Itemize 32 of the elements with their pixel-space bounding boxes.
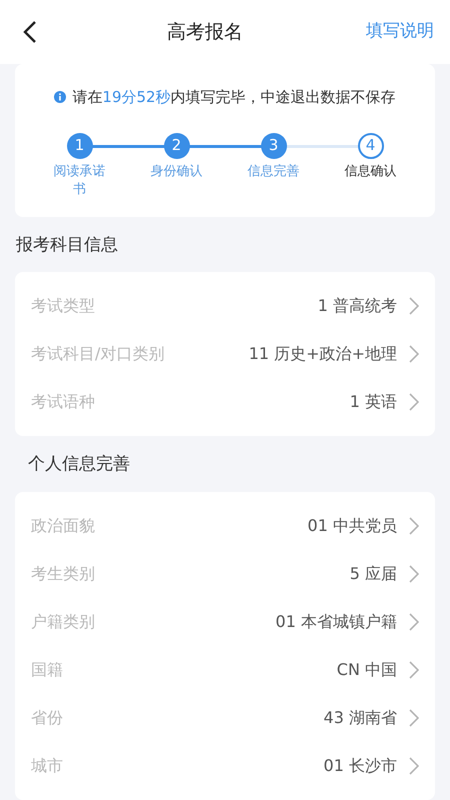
step-label: 信息完善	[246, 162, 300, 180]
chevron-right-icon	[409, 516, 419, 534]
chevron-right-icon	[409, 297, 419, 315]
step-label: 阅读承诺书	[52, 162, 106, 198]
chevron-right-icon	[409, 612, 419, 630]
time-notice: 请在19分52秒内填写完毕，中途退出数据不保存	[72, 87, 396, 108]
form-row[interactable]: 考试科目/对口类别 11 历史+政治+地理	[15, 330, 435, 378]
step-number: 1	[66, 132, 92, 158]
form-row[interactable]: 省份 43 湖南省	[15, 694, 435, 742]
section-title: 报考科目信息	[15, 234, 119, 256]
form-row[interactable]: 城市 01 长沙市	[15, 742, 435, 790]
step-label: 信息确认	[344, 162, 398, 180]
back-icon	[23, 20, 37, 44]
chevron-right-icon	[409, 756, 419, 774]
step-number: 4	[358, 132, 384, 158]
step-number: 2	[164, 132, 190, 158]
chevron-right-icon	[409, 393, 419, 411]
chevron-right-icon	[409, 564, 419, 582]
section-title: 个人信息完善	[27, 453, 131, 476]
form-row[interactable]: 国籍 CN 中国	[15, 646, 435, 694]
page-title: 高考报名	[167, 20, 243, 45]
info-icon	[54, 91, 66, 104]
chevron-right-icon	[409, 345, 419, 363]
step-number: 3	[260, 132, 286, 158]
form-row[interactable]: 考试语种 1 英语	[15, 378, 435, 426]
chevron-right-icon	[409, 708, 419, 726]
chevron-right-icon	[409, 660, 419, 678]
form-row[interactable]: 考生类别 5 应届	[15, 550, 435, 598]
form-row[interactable]: 考试类型 1 普高统考	[15, 282, 435, 330]
form-row[interactable]: 政治面貌 01 中共党员	[15, 502, 435, 550]
form-row[interactable]: 户籍类别 01 本省城镇户籍	[15, 598, 435, 646]
step-label: 身份确认	[150, 162, 204, 180]
